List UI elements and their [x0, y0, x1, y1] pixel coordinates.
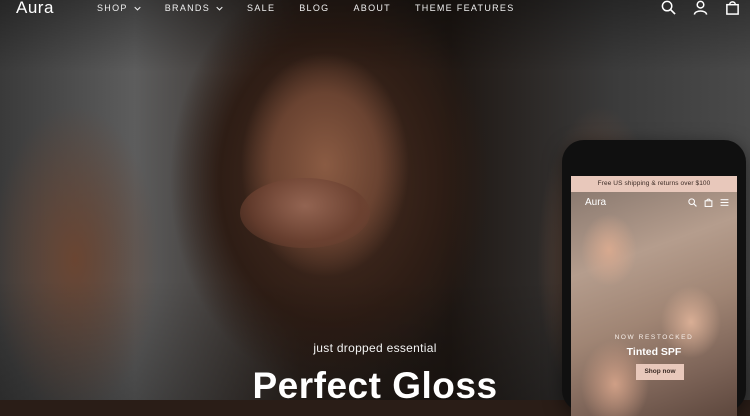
- nav-item-brands[interactable]: BRANDS: [165, 2, 223, 14]
- nav-item-shop[interactable]: SHOP: [97, 2, 141, 14]
- site-header: Aura SHOP BRANDS SALE BLOG ABOUT THEME F…: [0, 0, 750, 18]
- nav-item-blog[interactable]: BLOG: [299, 2, 329, 14]
- nav-item-label: BLOG: [299, 3, 330, 13]
- promo-bar: Free US shipping & returns over $100: [571, 176, 737, 192]
- search-icon[interactable]: [688, 198, 697, 207]
- search-icon[interactable]: [661, 0, 676, 15]
- account-icon[interactable]: [693, 0, 708, 15]
- cart-icon[interactable]: [725, 0, 740, 15]
- header-icons: [661, 0, 740, 15]
- nav-item-label: SALE: [247, 3, 276, 13]
- nav-item-theme-features[interactable]: THEME FEATURES: [415, 2, 515, 14]
- phone-header-icons: [688, 198, 729, 207]
- chevron-down-icon: [216, 6, 223, 11]
- nav-item-sale[interactable]: SALE: [247, 2, 275, 14]
- phone-kicker: NOW RESTOCKED: [614, 334, 694, 341]
- nav-item-about[interactable]: ABOUT: [353, 2, 391, 14]
- shop-now-button[interactable]: Shop now: [636, 364, 684, 380]
- nav-item-label: ABOUT: [353, 3, 391, 13]
- nav-item-label: BRANDS: [164, 3, 211, 13]
- phone-hero-image: [571, 192, 737, 416]
- hero-eyebrow: just dropped essential: [313, 341, 437, 355]
- phone-logo[interactable]: Aura: [585, 197, 606, 208]
- site-logo[interactable]: Aura: [16, 0, 54, 18]
- hero-headline: Perfect Gloss: [252, 365, 498, 406]
- phone-header: Aura: [571, 192, 737, 214]
- cart-icon[interactable]: [704, 198, 713, 207]
- phone-title: Tinted SPF: [626, 346, 682, 358]
- phone-mockup: Free US shipping & returns over $100 Aur…: [562, 140, 746, 416]
- main-nav: SHOP BRANDS SALE BLOG ABOUT THEME FEATUR…: [97, 2, 539, 14]
- nav-item-label: THEME FEATURES: [414, 3, 515, 13]
- nav-item-label: SHOP: [97, 3, 128, 13]
- phone-screen: Free US shipping & returns over $100 Aur…: [571, 176, 737, 416]
- chevron-down-icon: [134, 6, 141, 11]
- menu-icon[interactable]: [720, 198, 729, 207]
